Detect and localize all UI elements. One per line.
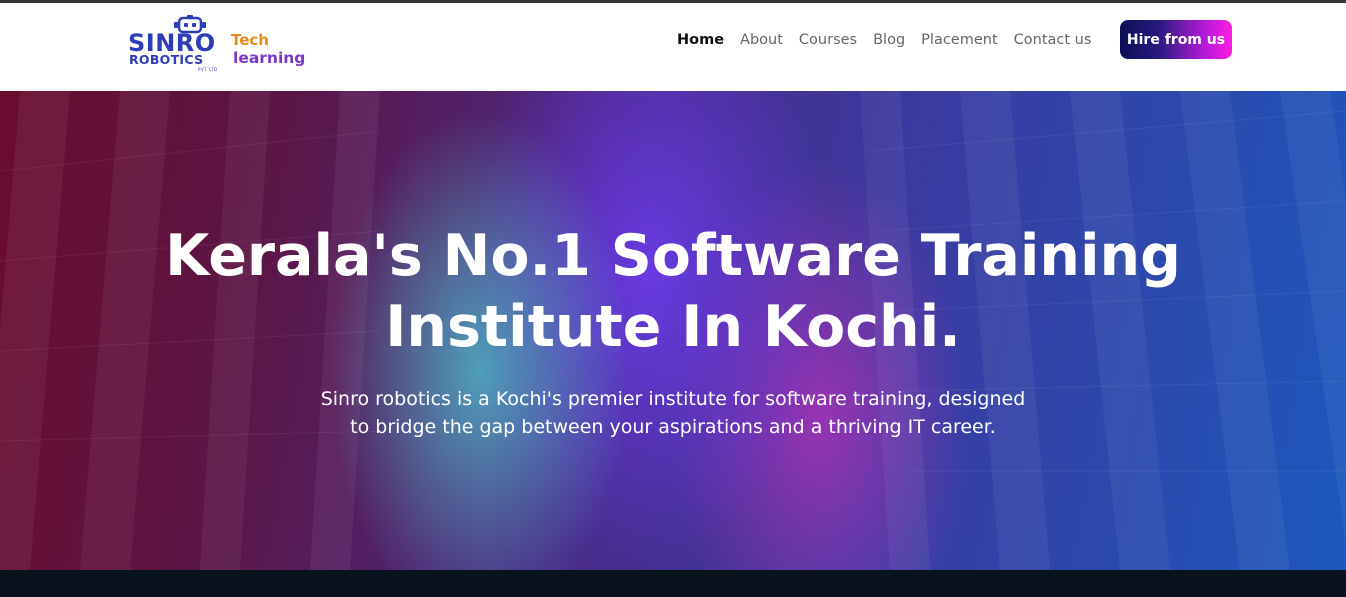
nav-item-placement[interactable]: Placement (921, 32, 997, 48)
nav-item-about[interactable]: About (740, 32, 783, 48)
brand-tagline-tech: Tech (231, 31, 269, 49)
nav-item-courses[interactable]: Courses (799, 32, 857, 48)
hero-description-line-2: to bridge the gap between your aspiratio… (350, 416, 996, 438)
hero-title-line-1: Kerala's No.1 Software Training (165, 223, 1181, 289)
hero-title: Kerala's No.1 Software Training Institut… (0, 221, 1346, 363)
nav-item-blog[interactable]: Blog (873, 32, 905, 48)
hire-from-us-button[interactable]: Hire from us (1120, 20, 1232, 59)
nav-item-home[interactable]: Home (677, 32, 724, 48)
nav-item-contact[interactable]: Contact us (1014, 32, 1092, 48)
hero-title-line-2: Institute In Kochi. (385, 294, 961, 360)
brand-tagline-learning: learning (233, 49, 306, 67)
next-section-band (0, 570, 1346, 597)
hero-banner: Kerala's No.1 Software Training Institut… (0, 91, 1346, 570)
brand-logo[interactable]: SINRO ROBOTICS PVT LTD Tech learning (128, 15, 313, 77)
hero-description-line-1: Sinro robotics is a Kochi's premier inst… (320, 388, 1026, 410)
site-header: SINRO ROBOTICS PVT LTD Tech learning Hom… (0, 3, 1346, 91)
brand-pvt: PVT LTD (198, 67, 218, 72)
brand-subname: ROBOTICS (129, 52, 204, 67)
main-nav: Home About Courses Blog Placement Contac… (677, 30, 1107, 50)
hero-description: Sinro robotics is a Kochi's premier inst… (290, 385, 1056, 441)
